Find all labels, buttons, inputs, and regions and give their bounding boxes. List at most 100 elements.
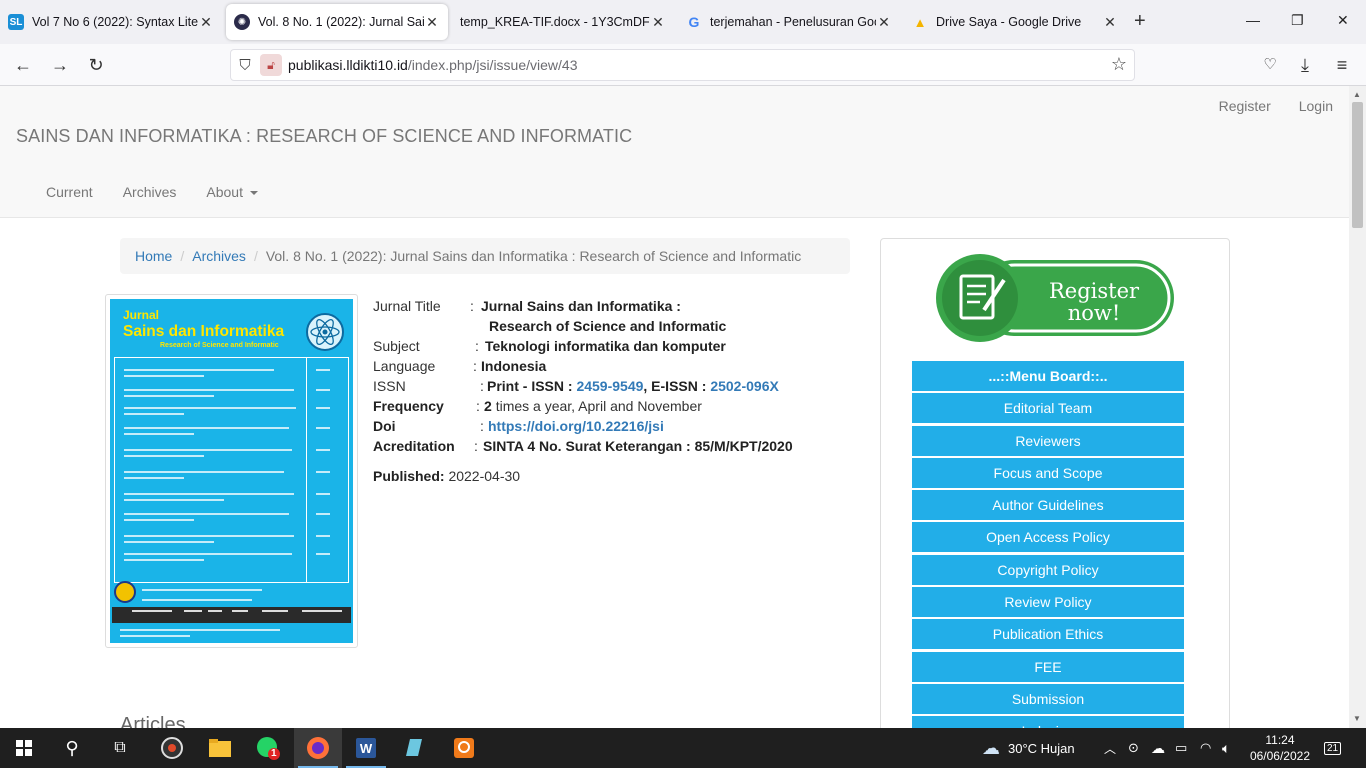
- menu-reviewers[interactable]: Reviewers: [912, 425, 1184, 456]
- cover-toc-line: [124, 513, 289, 515]
- tab-title: Vol. 8 No. 1 (2022): Jurnal Sains d: [258, 15, 424, 29]
- menu-publication-ethics[interactable]: Publication Ethics: [912, 619, 1184, 650]
- menu-author-guidelines[interactable]: Author Guidelines: [912, 490, 1184, 521]
- meta-colon: :: [476, 398, 480, 414]
- tab-temp-krea-docx[interactable]: temp_KREA-TIF.docx - 1Y3CmDF5vl ✕: [452, 4, 674, 40]
- menu-editorial-team[interactable]: Editorial Team: [912, 393, 1184, 424]
- insecure-lock-icon[interactable]: 🔓︎: [260, 54, 282, 76]
- new-tab-icon[interactable]: +: [1134, 10, 1146, 33]
- tab-google-search[interactable]: G terjemahan - Penelusuran Goog ✕: [678, 4, 900, 40]
- menu-focus-scope[interactable]: Focus and Scope: [912, 457, 1184, 488]
- tray-device-icon[interactable]: ⊙: [1128, 728, 1139, 768]
- sidebar: Register now! ...::Menu Board::.. Editor…: [880, 238, 1230, 728]
- file-explorer-icon[interactable]: [196, 728, 244, 768]
- bookmark-star-icon[interactable]: ☆: [1111, 54, 1127, 75]
- close-icon[interactable]: ✕: [198, 14, 214, 31]
- meta-colon: :: [475, 338, 479, 354]
- address-bar[interactable]: ⛉ 🔓︎ publikasi.lldikti10.id /index.php/j…: [230, 49, 1135, 81]
- forward-icon[interactable]: →: [47, 53, 73, 77]
- site-header: Register Login SAINS DAN INFORMATIKA : R…: [0, 86, 1349, 218]
- issue-cover[interactable]: Jurnal Sains dan Informatika Research of…: [105, 294, 358, 648]
- tab-jurnal-sains[interactable]: ✺ Vol. 8 No. 1 (2022): Jurnal Sains d ✕: [226, 4, 448, 40]
- scroll-down-icon[interactable]: ▼: [1353, 714, 1361, 723]
- close-icon[interactable]: ✕: [876, 14, 892, 31]
- doi-link[interactable]: https://doi.org/10.22216/jsi: [488, 416, 664, 436]
- scroll-thumb[interactable]: [1352, 102, 1363, 228]
- meta-label: Subject: [373, 338, 420, 354]
- register-link[interactable]: Register: [1219, 98, 1271, 114]
- register-now-line1: Register: [1049, 279, 1140, 303]
- notification-center-icon[interactable]: 21: [1324, 728, 1342, 768]
- taskbar-clock[interactable]: 11:24 06/06/2022: [1250, 732, 1310, 764]
- close-icon[interactable]: ✕: [1102, 14, 1118, 31]
- cover-page-number: [316, 427, 330, 429]
- register-now-banner[interactable]: Register now!: [936, 254, 1176, 342]
- firefox-icon[interactable]: [294, 728, 342, 768]
- register-now-line2: now!: [1068, 301, 1121, 325]
- breadcrumb-archives[interactable]: Archives: [192, 248, 246, 264]
- menu-submission[interactable]: Submission: [912, 683, 1184, 714]
- pdf-app-icon[interactable]: [440, 728, 488, 768]
- reload-icon[interactable]: ↻: [83, 53, 109, 77]
- minimize-icon[interactable]: —: [1246, 12, 1260, 28]
- windows-start-icon[interactable]: [0, 728, 48, 768]
- issn-print-link[interactable]: 2459-9549: [576, 378, 643, 394]
- whatsapp-badge: 1: [271, 748, 277, 759]
- whatsapp-icon[interactable]: 1: [244, 728, 292, 768]
- menu-review-policy[interactable]: Review Policy: [912, 587, 1184, 618]
- menu-fee[interactable]: FEE: [912, 651, 1184, 682]
- pocket-icon[interactable]: ♡: [1257, 53, 1283, 77]
- restore-icon[interactable]: ❐: [1291, 12, 1304, 29]
- download-icon[interactable]: ⤓: [1292, 53, 1318, 77]
- wifi-icon[interactable]: ◠: [1200, 728, 1211, 768]
- close-icon[interactable]: ✕: [424, 14, 440, 31]
- nav-about[interactable]: About: [206, 184, 258, 200]
- tab-google-drive[interactable]: ▲ Drive Saya - Google Drive ✕: [904, 4, 1126, 40]
- cover-strip-text: [132, 610, 172, 612]
- window-close-icon[interactable]: ✕: [1337, 12, 1349, 29]
- show-hidden-icons[interactable]: ︿: [1104, 728, 1116, 768]
- task-view-icon[interactable]: ⧉: [96, 728, 144, 768]
- menu-open-access-policy[interactable]: Open Access Policy: [912, 522, 1184, 553]
- weather-widget[interactable]: ☁ 30°C Hujan: [982, 728, 1075, 768]
- menu-copyright-policy[interactable]: Copyright Policy: [912, 554, 1184, 585]
- weather-text: 30°C Hujan: [1008, 740, 1075, 756]
- cover-strip-text: [232, 610, 248, 612]
- meta-colon: :: [470, 298, 474, 314]
- site-title[interactable]: SAINS DAN INFORMATIKA : RESEARCH OF SCIE…: [16, 126, 632, 147]
- cover-strip-text: [208, 610, 222, 612]
- onedrive-icon[interactable]: ☁: [1151, 728, 1165, 768]
- page-scrollbar[interactable]: ▲ ▼: [1349, 86, 1366, 728]
- meta-label: Frequency: [373, 398, 444, 414]
- media-player-icon[interactable]: [148, 728, 196, 768]
- cover-toc-line: [124, 413, 184, 415]
- menu-indexing[interactable]: Indexing: [912, 716, 1184, 728]
- scroll-up-icon[interactable]: ▲: [1353, 90, 1361, 99]
- word-icon[interactable]: W: [342, 728, 390, 768]
- rain-cloud-icon: ☁: [982, 737, 1000, 758]
- cover-jurnal: Jurnal: [123, 308, 160, 322]
- search-icon[interactable]: ⚲: [48, 728, 96, 768]
- battery-icon[interactable]: ▭: [1175, 728, 1187, 768]
- breadcrumb: Home / Archives / Vol. 8 No. 1 (2022): J…: [120, 238, 850, 274]
- issn-e-link[interactable]: 2502-096X: [710, 378, 779, 394]
- nav-archives[interactable]: Archives: [123, 184, 177, 200]
- page-viewport: Register Login SAINS DAN INFORMATIKA : R…: [0, 86, 1349, 728]
- tab-syntax-literate[interactable]: SL Vol 7 No 6 (2022): Syntax Literat ✕: [0, 4, 222, 40]
- cover-toc-line: [124, 407, 296, 409]
- cover-page-number: [316, 389, 330, 391]
- shield-icon[interactable]: ⛉: [230, 57, 260, 74]
- breadcrumb-home[interactable]: Home: [135, 248, 172, 264]
- volume-icon[interactable]: 🔈︎: [1222, 728, 1230, 768]
- notes-app-icon[interactable]: [390, 728, 438, 768]
- back-icon[interactable]: ←: [10, 53, 36, 77]
- login-link[interactable]: Login: [1299, 98, 1333, 114]
- tab-title: terjemahan - Penelusuran Goog: [710, 15, 876, 29]
- menu-hamburger-icon[interactable]: ≡: [1329, 53, 1355, 77]
- close-icon[interactable]: ✕: [650, 14, 666, 31]
- frequency-text: times a year, April and November: [495, 398, 702, 414]
- cover-toc-line: [124, 553, 292, 555]
- nav-current[interactable]: Current: [46, 184, 93, 200]
- breadcrumb-separator: /: [253, 248, 258, 264]
- issn-print-label: Print - ISSN :: [487, 378, 573, 394]
